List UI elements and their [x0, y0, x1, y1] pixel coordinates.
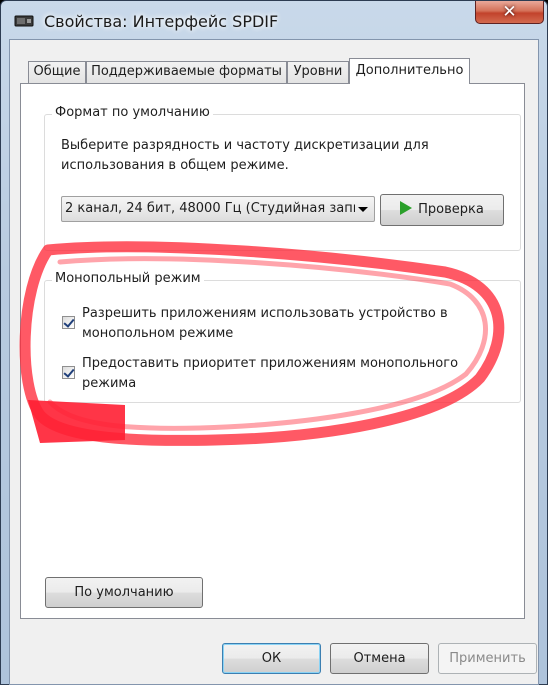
chevron-down-icon [358, 207, 368, 212]
tab-supported-formats[interactable]: Поддерживаемые форматы [86, 61, 287, 83]
default-format-description-line2: использования в общем режиме. [61, 158, 289, 173]
allow-exclusive-label-line2[interactable]: монопольном режиме [82, 324, 233, 344]
restore-defaults-label: По умолчанию [74, 585, 174, 600]
tab-general-label: Общие [33, 64, 81, 79]
window-title: Свойства: Интерфейс SPDIF [44, 12, 279, 31]
title-bar[interactable]: Свойства: Интерфейс SPDIF ✕ [1, 1, 547, 39]
test-button[interactable]: Проверка [380, 194, 504, 226]
close-button[interactable]: ✕ [475, 1, 544, 24]
allow-exclusive-label-line1[interactable]: Разрешить приложениям использовать устро… [82, 304, 448, 324]
tab-levels-label: Уровни [293, 64, 343, 79]
allow-exclusive-checkbox[interactable] [62, 316, 75, 329]
restore-defaults-button[interactable]: По умолчанию [45, 577, 203, 608]
tab-panel-advanced: Формат по умолчанию Выберите разрядность… [20, 83, 525, 619]
ok-button[interactable]: ОК [222, 643, 321, 674]
close-icon: ✕ [502, 2, 517, 22]
tab-levels[interactable]: Уровни [287, 61, 349, 83]
tab-advanced-label: Дополнительно [355, 63, 464, 78]
exclusive-priority-label-line2[interactable]: режима [82, 374, 136, 394]
default-format-title: Формат по умолчанию [52, 105, 213, 120]
cancel-button[interactable]: Отмена [330, 643, 429, 674]
test-button-label: Проверка [418, 202, 484, 217]
exclusive-priority-checkbox[interactable] [62, 366, 75, 379]
play-icon [400, 201, 413, 215]
default-format-group: Формат по умолчанию [44, 105, 521, 251]
default-format-description-line1: Выберите разрядность и частоту дискретиз… [61, 138, 429, 153]
apply-button-label: Применить [449, 651, 526, 666]
cancel-button-label: Отмена [353, 651, 406, 666]
speaker-device-icon [14, 15, 34, 27]
ok-button-label: ОК [261, 651, 282, 666]
tab-general[interactable]: Общие [28, 61, 86, 83]
format-select[interactable]: 2 канал, 24 бит, 48000 Гц (Студийная зап… [61, 196, 375, 222]
apply-button[interactable]: Применить [438, 643, 537, 674]
format-select-value: 2 канал, 24 бит, 48000 Гц (Студийная зап… [65, 201, 355, 216]
exclusive-mode-title: Монопольный режим [52, 271, 204, 286]
exclusive-priority-label-line1[interactable]: Предоставить приоритет приложениям моноп… [82, 354, 458, 374]
tab-supported-formats-label: Поддерживаемые форматы [91, 64, 282, 79]
tab-advanced[interactable]: Дополнительно [349, 58, 470, 84]
